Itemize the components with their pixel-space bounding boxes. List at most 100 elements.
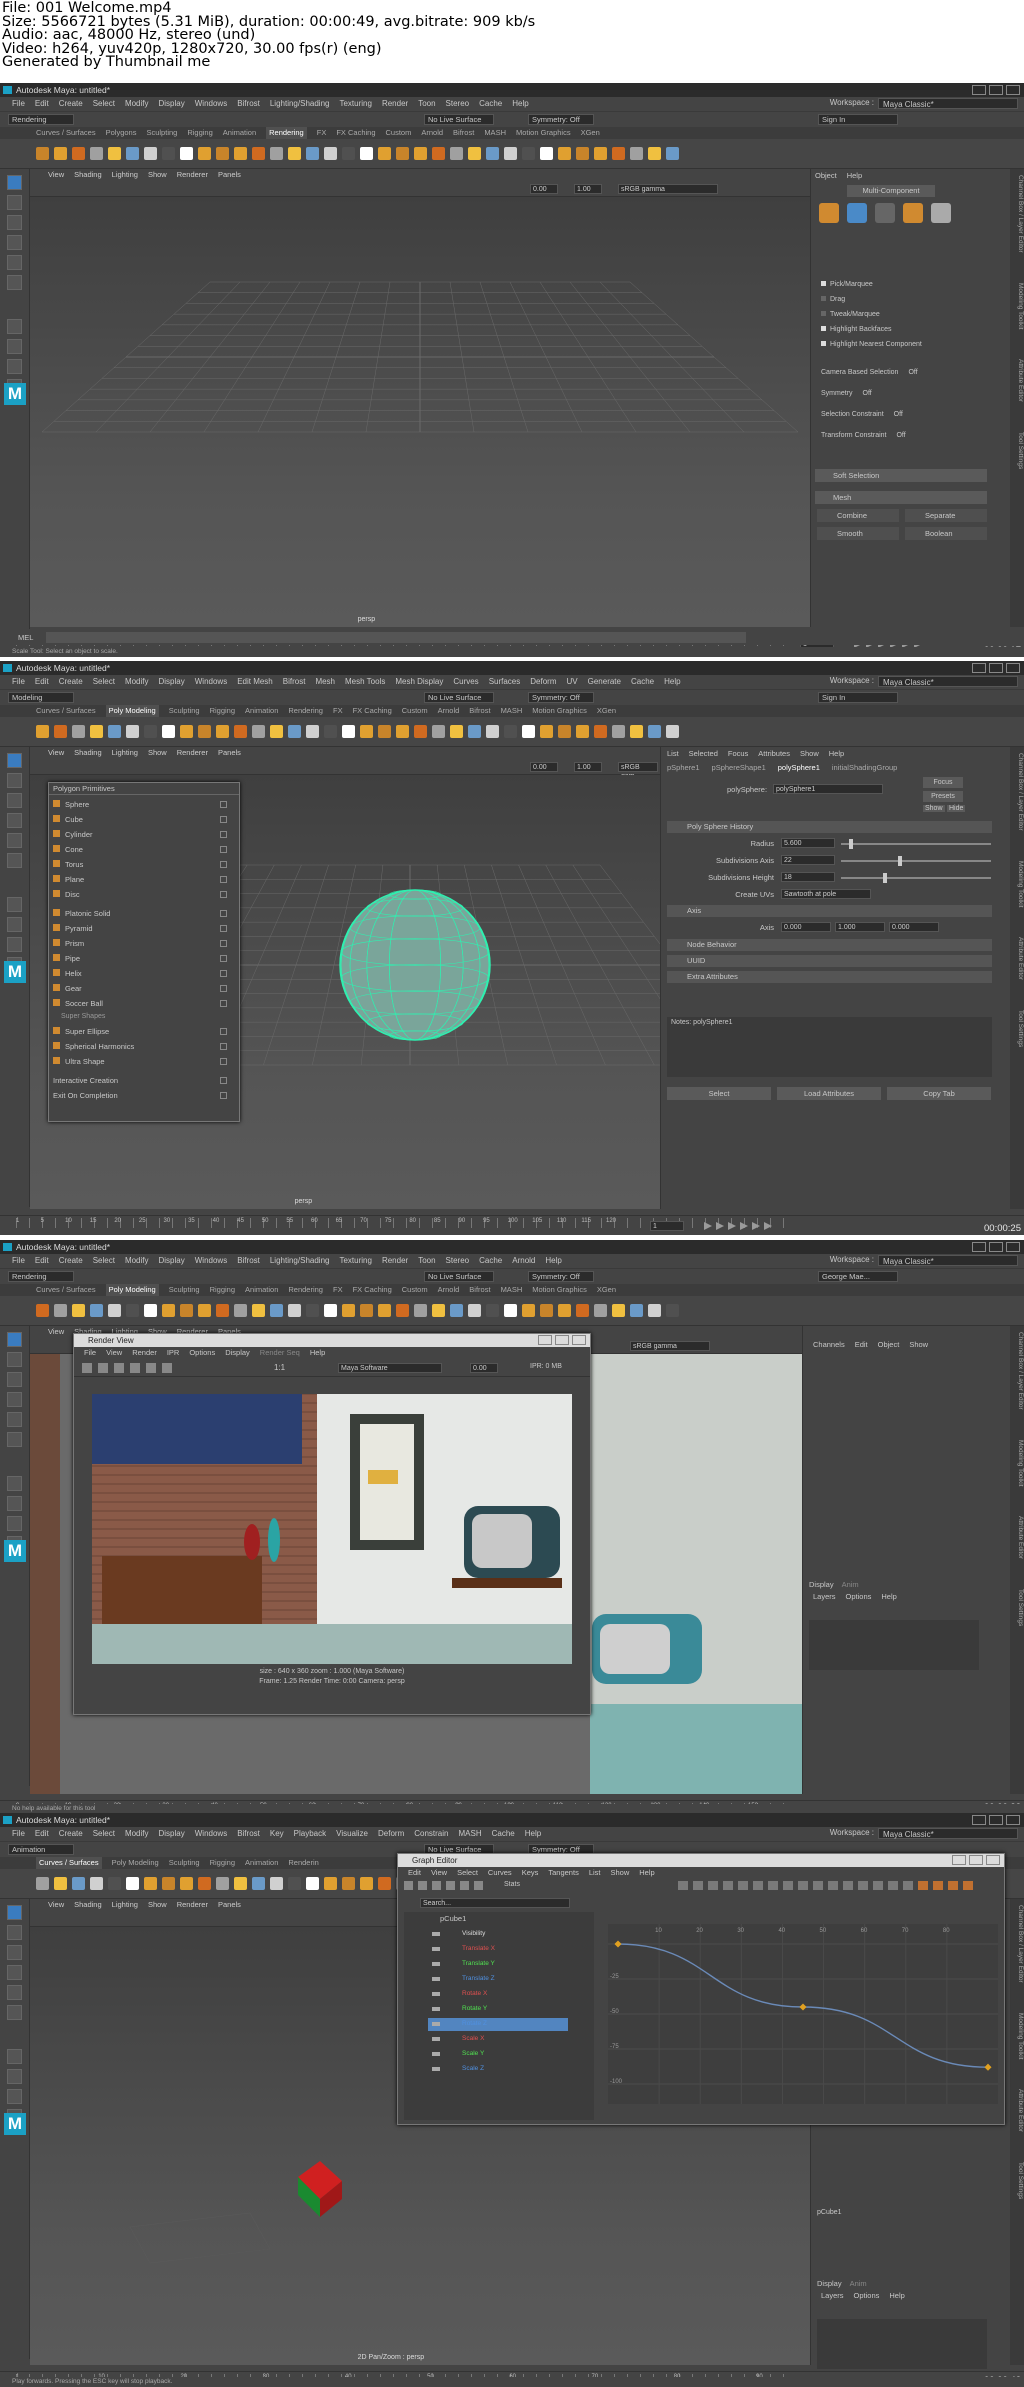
viewport-menu-item[interactable]: Renderer <box>177 1899 208 1911</box>
viewport-menu-item[interactable]: Panels <box>218 747 241 759</box>
shelf-tool-icon[interactable] <box>108 1877 121 1890</box>
shelf-tool-icon[interactable] <box>162 1304 175 1317</box>
shelf-tool-icon[interactable] <box>342 725 355 738</box>
shelf-tool-icon[interactable] <box>576 1304 589 1317</box>
keyframe-point[interactable] <box>614 1940 622 1948</box>
shelf-tool-icon[interactable] <box>558 147 571 160</box>
selection-option[interactable]: Pick/Marquee <box>821 281 873 288</box>
option-box-icon[interactable] <box>220 876 227 883</box>
shelf-tool-icon[interactable] <box>522 147 535 160</box>
presets-button[interactable]: Presets <box>923 791 963 802</box>
shelf-tab[interactable]: Animation <box>245 1857 278 1869</box>
option-box-icon[interactable] <box>220 1000 227 1007</box>
shelf-tool-icon[interactable] <box>396 725 409 738</box>
tangent-tool-icon[interactable] <box>723 1881 733 1890</box>
side-tab[interactable]: Channel Box / Layer Editor <box>1010 175 1024 253</box>
menu-item[interactable]: Create <box>59 97 83 111</box>
viewport-menu-item[interactable]: Renderer <box>177 169 208 181</box>
move-tool-icon[interactable] <box>7 235 22 250</box>
move-tool-icon[interactable] <box>7 1965 22 1980</box>
close-button[interactable] <box>1006 1815 1020 1825</box>
shelf-tool-icon[interactable] <box>360 725 373 738</box>
play-forwards-button[interactable] <box>740 1222 748 1230</box>
layout-side-icon[interactable] <box>7 1516 22 1531</box>
option-box-icon[interactable] <box>220 1077 227 1084</box>
attribute-value-field[interactable]: 18 <box>781 872 835 882</box>
menu-item[interactable]: Help <box>512 97 528 111</box>
shelf-tab[interactable]: Sculpting <box>146 127 177 139</box>
menu-item[interactable]: UV <box>567 675 578 689</box>
option-box-icon[interactable] <box>220 1092 227 1099</box>
side-tab[interactable]: Attribute Editor <box>1010 937 1024 980</box>
shelf-tool-icon[interactable] <box>594 147 607 160</box>
shelf-tool-icon[interactable] <box>432 1304 445 1317</box>
workspace-dropdown[interactable]: Maya Classic* <box>878 98 1018 109</box>
layer-menu-item[interactable]: Layers <box>813 1592 836 1601</box>
menu-item[interactable]: Create <box>59 1827 83 1841</box>
menu-item[interactable]: Help <box>664 675 680 689</box>
menu-item[interactable]: Modify <box>125 97 149 111</box>
option-box-icon[interactable] <box>220 861 227 868</box>
shelf-tool-icon[interactable] <box>648 725 661 738</box>
node-name-field[interactable]: polySphere1 <box>773 784 883 794</box>
mesh-action-button[interactable]: Smooth <box>817 527 899 540</box>
focus-button[interactable]: Focus <box>923 777 963 788</box>
close-button[interactable] <box>1006 1242 1020 1252</box>
shelf-tool-icon[interactable] <box>270 1877 283 1890</box>
render-tool-icon[interactable] <box>114 1363 124 1373</box>
menu-item[interactable]: Stereo <box>446 97 470 111</box>
setting-row[interactable]: Selection Constraint Off <box>821 411 903 418</box>
graph-editor-menu-item[interactable]: Tangents <box>548 1867 578 1879</box>
go-to-end-button[interactable] <box>764 1222 772 1230</box>
shelf-tool-icon[interactable] <box>126 147 139 160</box>
shelf-tool-icon[interactable] <box>648 147 661 160</box>
attribute-slider[interactable] <box>841 873 991 883</box>
shelf-tab[interactable]: FX Caching <box>353 1284 392 1296</box>
component-mode-icon[interactable] <box>903 203 923 223</box>
tangent-tool-icon[interactable] <box>903 1881 913 1890</box>
menu-set-dropdown[interactable]: Rendering <box>8 114 74 125</box>
shelf-tool-icon[interactable] <box>306 147 319 160</box>
attribute-value-field[interactable]: 5.600 <box>781 838 835 848</box>
attribute-editor-menu-item[interactable]: Help <box>829 749 844 758</box>
shelf-tool-icon[interactable] <box>468 1304 481 1317</box>
shelf-tool-icon[interactable] <box>72 147 85 160</box>
primitive-menu-item[interactable]: Plane <box>53 874 233 886</box>
shelf-tool-icon[interactable] <box>324 1304 337 1317</box>
collapsed-section[interactable]: Node Behavior <box>667 939 992 951</box>
menu-item[interactable]: Select <box>93 675 115 689</box>
menu-item[interactable]: Bifrost <box>237 97 260 111</box>
scale-tool-icon[interactable] <box>7 275 22 290</box>
menu-item[interactable]: Surfaces <box>489 675 521 689</box>
channel-box-menu-item[interactable]: Edit <box>855 1340 868 1349</box>
setting-row[interactable]: Symmetry Off <box>821 390 872 397</box>
tangent-tool-icon[interactable] <box>753 1881 763 1890</box>
shelf-tool-icon[interactable] <box>558 1304 571 1317</box>
tangent-tool-icon[interactable] <box>963 1881 973 1890</box>
primitive-menu-item[interactable]: Soccer Ball <box>53 998 233 1010</box>
close-button[interactable] <box>572 1335 586 1345</box>
menu-item[interactable]: Lighting/Shading <box>270 1254 330 1268</box>
axis-value-field[interactable]: 1.000 <box>835 922 885 932</box>
shelf-tool-icon[interactable] <box>216 725 229 738</box>
tangent-tool-icon[interactable] <box>933 1881 943 1890</box>
maximize-button[interactable] <box>989 663 1003 673</box>
viewport-menu-item[interactable]: Lighting <box>112 747 138 759</box>
menu-item[interactable]: File <box>12 1827 25 1841</box>
shelf-tool-icon[interactable] <box>270 725 283 738</box>
shelf-tool-icon[interactable] <box>162 147 175 160</box>
viewport-menu-item[interactable]: View <box>48 1899 64 1911</box>
shelf-tab[interactable]: Rigging <box>210 1857 235 1869</box>
mesh-action-button[interactable]: Combine <box>817 509 899 522</box>
shelf-tab[interactable]: FX Caching <box>336 127 375 139</box>
viewport-value-field[interactable]: 0.00 <box>530 184 558 194</box>
layer-menu-item[interactable]: Layers <box>821 2291 844 2300</box>
graph-tool-icon[interactable] <box>404 1881 413 1890</box>
shelf-tab[interactable]: Poly Modeling <box>105 1284 159 1296</box>
mesh-action-button[interactable]: Separate <box>905 509 987 522</box>
shelf-tool-icon[interactable] <box>666 1304 679 1317</box>
primitive-menu-item[interactable]: Spherical Harmonics <box>53 1041 233 1053</box>
primitive-menu-item[interactable]: Cylinder <box>53 829 233 841</box>
menu-item[interactable]: Create <box>59 675 83 689</box>
shelf-tab[interactable]: Curves / Surfaces <box>36 127 96 139</box>
